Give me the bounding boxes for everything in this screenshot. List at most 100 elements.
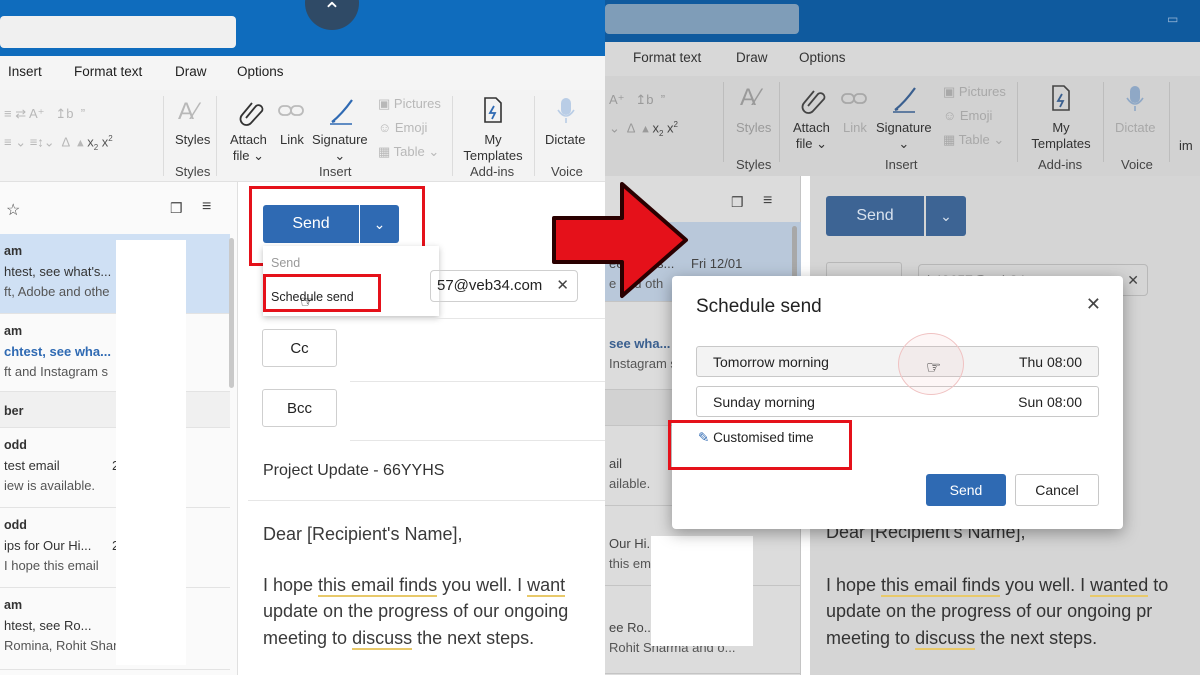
- ribbon-separator: [1017, 82, 1018, 162]
- attach-file-button[interactable]: Attach file ⌄: [793, 120, 830, 152]
- subscript-digit: 2: [658, 128, 664, 138]
- link-button[interactable]: Link: [843, 120, 867, 136]
- highlight-box-customised-time: [668, 420, 852, 470]
- styles-button[interactable]: Styles: [736, 120, 771, 136]
- tab-format-text[interactable]: Format text: [633, 50, 701, 65]
- paperclip-icon: [239, 102, 264, 126]
- list-item[interactable]: odd ips for Our Hi... I hope this email …: [0, 508, 230, 588]
- paperclip-icon: [801, 90, 826, 114]
- microphone-icon: [1126, 86, 1144, 111]
- dictate-button[interactable]: Dictate: [545, 132, 585, 148]
- body-greeting[interactable]: Dear [Recipient's Name],: [263, 524, 463, 545]
- cancel-button[interactable]: Cancel: [1015, 474, 1099, 506]
- pictures-button[interactable]: ▣ Pictures: [943, 84, 1006, 100]
- styles-group-label: Styles: [175, 164, 211, 179]
- ribbon-separator: [779, 82, 780, 162]
- subject-field[interactable]: Project Update - 66YYHS: [263, 462, 444, 480]
- chevron-up-icon: ⌃: [322, 0, 342, 23]
- redaction-box: [651, 536, 753, 646]
- subscript-digit: 2: [93, 142, 99, 152]
- send-dropdown-button[interactable]: ⌄: [926, 196, 966, 236]
- filter-icon[interactable]: ≡: [202, 198, 211, 216]
- window-icon[interactable]: ▭: [1167, 12, 1178, 26]
- ribbon-separator: [1103, 82, 1104, 162]
- dictate-button[interactable]: Dictate: [1115, 120, 1155, 136]
- emoji-button[interactable]: ☺ Emoji: [943, 108, 992, 123]
- styles-button[interactable]: Styles: [175, 132, 210, 148]
- superscript-digit: 2: [108, 134, 113, 143]
- star-icon[interactable]: ☆: [6, 200, 20, 220]
- send-button[interactable]: Send: [926, 474, 1006, 506]
- list-item[interactable]: am htest, see Ro... Romina, Rohit Sharma…: [0, 588, 230, 670]
- option-sunday-morning[interactable]: Sunday morning Sun 08:00: [696, 386, 1099, 417]
- format-icons-row2: ≡ ⌄ ≡↕⌄ ∆ ▴ x2 x2: [4, 134, 113, 152]
- ribbon-separator: [534, 96, 535, 176]
- signature-button[interactable]: Signature ⌄: [876, 120, 932, 152]
- pictures-button[interactable]: ▣ Pictures: [378, 96, 441, 112]
- body-line-2[interactable]: update on the progress of our ongoing pr: [826, 601, 1152, 622]
- ribbon: ≡ ⇄ A⁺ ↥b ” ≡ ⌄ ≡↕⌄ ∆ ▴ x2 x2 A⁄ Styles …: [0, 90, 605, 182]
- body-line-1[interactable]: I hope this email finds you well. I want…: [826, 575, 1168, 597]
- list-item[interactable]: am chtest, see wha... ft and Instagram s: [0, 314, 230, 392]
- addins-group-label: Add-ins: [1038, 157, 1083, 172]
- tab-options[interactable]: Options: [237, 64, 284, 79]
- signature-pen-icon: [893, 87, 916, 113]
- my-templates-button[interactable]: My Templates: [1029, 120, 1093, 152]
- highlight-box-schedule: [263, 274, 381, 312]
- list-item[interactable]: am htest, see what's... ft, Adobe and ot…: [0, 234, 230, 314]
- immersive-reader-button[interactable]: im: [1179, 138, 1193, 154]
- tab-draw[interactable]: Draw: [175, 64, 207, 79]
- ribbon-separator: [163, 96, 164, 176]
- remove-recipient-icon[interactable]: ✕: [1127, 272, 1139, 289]
- my-templates-icon: [1052, 85, 1070, 111]
- link-button[interactable]: Link: [280, 132, 304, 148]
- table-button[interactable]: ▦ Table ⌄: [378, 144, 439, 160]
- body-line-1[interactable]: I hope this email finds you well. I want: [263, 575, 566, 597]
- superscript-digit: 2: [673, 120, 678, 129]
- ribbon-separator: [452, 96, 453, 176]
- attach-file-button[interactable]: Attach file ⌄: [230, 132, 267, 164]
- signature-button[interactable]: Signature ⌄: [312, 132, 368, 164]
- format-icons-row1: ≡ ⇄ A⁺ ↥b ”: [4, 106, 86, 121]
- search-box[interactable]: [605, 4, 799, 34]
- insert-group-label: Insert: [885, 157, 918, 172]
- menu-item-send[interactable]: Send: [271, 256, 300, 270]
- my-templates-icon: [484, 97, 502, 123]
- scrollbar[interactable]: [229, 238, 234, 388]
- search-box[interactable]: [0, 16, 236, 48]
- list-item[interactable]: odd test email iew is available. 2: [0, 428, 230, 508]
- tab-format-text[interactable]: Format text: [74, 64, 142, 79]
- list-section-header: ber: [0, 392, 230, 428]
- cc-button[interactable]: Cc: [262, 329, 337, 367]
- tab-options[interactable]: Options: [799, 50, 846, 65]
- my-templates-button[interactable]: My Templates: [462, 132, 524, 164]
- body-line-3[interactable]: meeting to discuss the next steps.: [826, 628, 1097, 650]
- divider: [350, 381, 605, 382]
- divider: [350, 440, 605, 441]
- link-icon: [278, 105, 304, 116]
- ribbon: A⁺ ↥b ” ⌄ ∆ ▴ x2 x2 A⁄ Styles Styles Att…: [605, 76, 1200, 176]
- body-line-3[interactable]: meeting to discuss the next steps.: [263, 628, 534, 650]
- voice-group-label: Voice: [1121, 157, 1153, 172]
- format-icons-row2: ⌄ ∆ ▴ x2 x2: [609, 120, 678, 138]
- arrow-right-icon: [552, 182, 688, 298]
- select-icon[interactable]: ❒: [731, 194, 744, 211]
- tab-draw[interactable]: Draw: [736, 50, 768, 65]
- styles-group-label: Styles: [736, 157, 772, 172]
- redaction-box: [116, 240, 186, 665]
- left-screenshot-panel: ⌃ Insert Format text Draw Options ≡ ⇄ A⁺…: [0, 0, 605, 675]
- select-icon[interactable]: ❒: [170, 200, 183, 217]
- ribbon-tabs: Insert Format text Draw Options: [0, 56, 605, 90]
- table-button[interactable]: ▦ Table ⌄: [943, 132, 1004, 148]
- mail-list-header: ☆ ❒ ≡: [0, 182, 238, 234]
- format-icons-row1: A⁺ ↥b ”: [609, 92, 666, 107]
- tab-insert[interactable]: Insert: [8, 64, 42, 79]
- body-line-2[interactable]: update on the progress of our ongoing: [263, 601, 568, 622]
- close-icon[interactable]: ✕: [1086, 294, 1101, 315]
- filter-icon[interactable]: ≡: [763, 192, 772, 210]
- chevron-down-icon: ⌄: [940, 208, 952, 224]
- emoji-button[interactable]: ☺ Emoji: [378, 120, 427, 135]
- bcc-button[interactable]: Bcc: [262, 389, 337, 427]
- ribbon-separator: [1169, 82, 1170, 162]
- send-button[interactable]: Send: [826, 196, 924, 236]
